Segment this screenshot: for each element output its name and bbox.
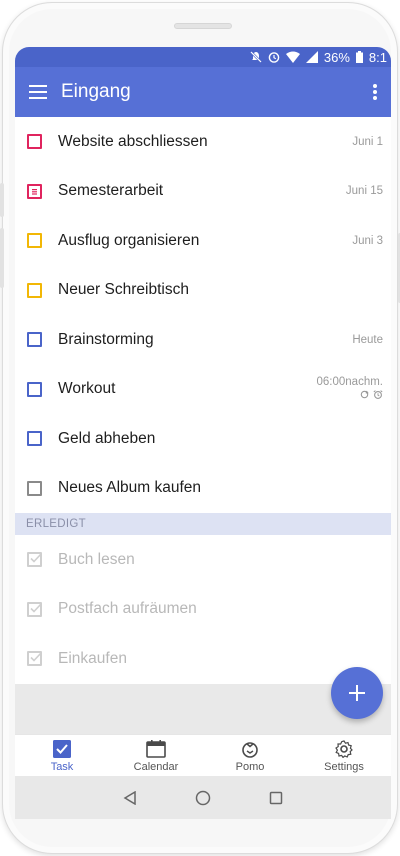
task-item[interactable]: Workout 06:00nachm. (15, 365, 391, 415)
task-item[interactable]: Neuer Schreibtisch (15, 266, 391, 316)
task-checkbox[interactable] (27, 431, 42, 447)
menu-button[interactable] (15, 67, 61, 117)
completed-task-item[interactable]: Buch lesen (15, 535, 391, 585)
task-item[interactable]: Semesterarbeit Juni 15 (15, 167, 391, 217)
task-item[interactable]: Neues Album kaufen (15, 464, 391, 514)
task-due-date: Heute (352, 333, 383, 346)
checkmark-icon (30, 553, 42, 563)
side-button (0, 228, 4, 288)
nav-settings[interactable]: Settings (297, 735, 391, 776)
task-title: Geld abheben (58, 429, 156, 447)
task-title: Neuer Schreibtisch (58, 281, 189, 299)
recents-square-icon[interactable] (269, 791, 283, 805)
nav-pomo[interactable]: Pomo (203, 735, 297, 776)
status-bar: 36% 8:1 (15, 47, 391, 67)
status-time: 8:1 (368, 49, 387, 65)
task-checkbox[interactable] (27, 381, 42, 397)
back-triangle-icon[interactable] (123, 790, 137, 805)
task-checkbox-checked[interactable] (27, 601, 42, 617)
task-due-time-text: 06:00nachm. (316, 376, 384, 389)
home-circle-icon[interactable] (195, 790, 211, 806)
speaker-grille (174, 23, 232, 29)
notes-checkbox-icon (32, 188, 37, 195)
app-bar: Eingang (15, 67, 391, 117)
gear-icon (335, 740, 353, 758)
nav-label: Pomo (235, 761, 265, 773)
hamburger-menu-icon (29, 85, 47, 99)
task-item[interactable]: Brainstorming Heute (15, 315, 391, 365)
bottom-navigation: Task Calendar Pomo Settings (15, 734, 391, 776)
more-vertical-icon (373, 84, 377, 100)
pomo-timer-icon (242, 742, 258, 758)
task-item[interactable]: Ausflug organisieren Juni 3 (15, 216, 391, 266)
task-checkbox[interactable] (27, 134, 42, 150)
task-due-time: 06:00nachm. (316, 376, 384, 402)
task-checkbox-checked[interactable] (27, 552, 42, 568)
plus-icon (349, 685, 365, 701)
task-check-icon (53, 740, 71, 758)
task-due-date: Juni 1 (352, 135, 383, 148)
task-due-date: Juni 15 (345, 185, 383, 198)
completed-task-item[interactable]: Postfach aufräumen (15, 585, 391, 635)
add-task-button[interactable] (331, 667, 383, 719)
task-checkbox[interactable] (27, 282, 42, 298)
mute-icon (250, 51, 262, 63)
alarm-icon (373, 390, 383, 400)
task-title: Website abschliessen (58, 132, 208, 150)
nav-calendar[interactable]: Calendar (109, 735, 203, 776)
task-title: Brainstorming (58, 330, 154, 348)
nav-label: Calendar (133, 761, 179, 773)
task-checkbox[interactable] (27, 332, 42, 348)
calendar-icon (146, 740, 166, 758)
system-navigation-bar (15, 776, 391, 819)
task-checkbox-checked[interactable] (27, 651, 42, 667)
side-button (0, 183, 4, 217)
completed-task-item[interactable]: Einkaufen (15, 634, 391, 684)
phone-frame: 36% 8:1 Eingang Website abschliessen Jun… (0, 2, 400, 854)
task-checkbox[interactable] (27, 480, 42, 496)
screen: 36% 8:1 Eingang Website abschliessen Jun… (15, 47, 391, 819)
nav-task[interactable]: Task (15, 735, 109, 776)
task-checkbox[interactable] (27, 183, 42, 199)
nav-label: Task (50, 761, 74, 773)
page-title: Eingang (61, 81, 131, 102)
task-title: Semesterarbeit (58, 182, 164, 200)
task-item[interactable]: Geld abheben (15, 414, 391, 464)
task-title: Buch lesen (58, 550, 135, 568)
battery-percentage: 36% (323, 49, 350, 65)
alarm-clock-icon (268, 52, 280, 63)
signal-icon (305, 51, 318, 63)
repeat-icon (360, 390, 369, 399)
task-item[interactable]: Website abschliessen Juni 1 (15, 117, 391, 167)
battery-icon (355, 51, 363, 63)
checkmark-icon (30, 652, 42, 662)
task-title: Neues Album kaufen (58, 479, 202, 497)
nav-label: Settings (324, 761, 364, 773)
task-checkbox[interactable] (27, 233, 42, 249)
task-due-date: Juni 3 (352, 234, 383, 247)
task-title: Workout (58, 380, 116, 398)
task-title: Ausflug organisieren (58, 231, 200, 249)
task-title: Postfach aufräumen (58, 600, 197, 618)
checkmark-icon (30, 603, 42, 613)
wifi-icon (285, 51, 300, 63)
task-list: Website abschliessen Juni 1 Semesterarbe… (15, 117, 391, 513)
completed-task-list: Buch lesen Postfach aufräumen Einkaufen (15, 535, 391, 684)
more-options-button[interactable] (363, 67, 387, 117)
completed-section-header[interactable]: ERLEDIGT (15, 513, 391, 535)
task-title: Einkaufen (58, 649, 127, 667)
reminder-icons (317, 390, 384, 402)
